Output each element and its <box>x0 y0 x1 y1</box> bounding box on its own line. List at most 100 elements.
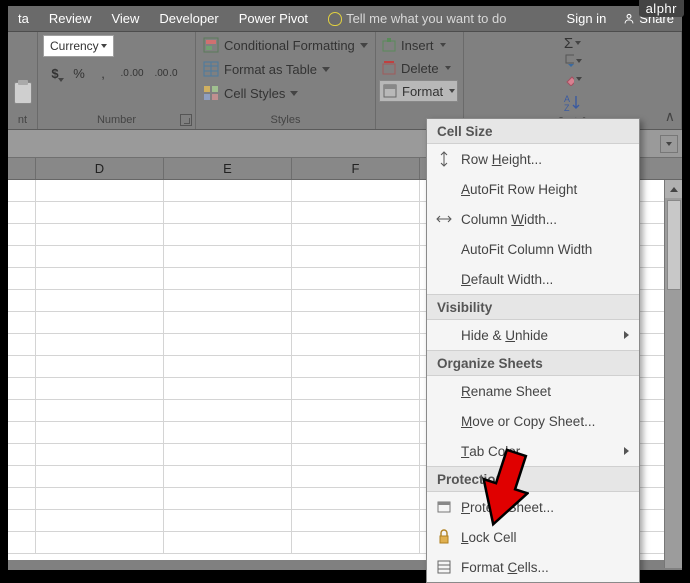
submenu-arrow-icon <box>624 331 629 339</box>
col-header-partial[interactable] <box>8 158 36 179</box>
percent-format-button[interactable]: % <box>67 61 91 85</box>
tab-developer[interactable]: Developer <box>149 6 228 31</box>
tell-me-search[interactable]: Tell me what you want to do <box>318 6 558 31</box>
lock-icon <box>435 528 453 546</box>
submenu-arrow-icon <box>624 447 629 455</box>
group-editing: Σ AZ Sort & Filter Find & Select ∧ <box>464 32 682 129</box>
menu-section-visibility: Visibility <box>427 294 639 320</box>
format-icon <box>382 83 398 99</box>
lightbulb-icon <box>328 12 342 26</box>
insert-icon <box>381 37 397 53</box>
chevron-up-icon <box>670 187 678 192</box>
row-height-icon <box>435 150 453 168</box>
menu-autofit-column-width[interactable]: AutoFit Column Width <box>427 234 639 264</box>
fill-button[interactable] <box>564 53 582 69</box>
scroll-up-button[interactable] <box>665 180 682 198</box>
collapse-ribbon-button[interactable]: ∧ <box>665 108 675 125</box>
paste-button[interactable] <box>12 34 33 104</box>
vertical-scrollbar[interactable] <box>664 180 682 568</box>
chevron-down-icon <box>576 77 582 81</box>
tab-data-partial[interactable]: ta <box>8 6 39 31</box>
insert-label: Insert <box>401 38 434 53</box>
chevron-down-icon <box>440 43 446 47</box>
insert-cells-button[interactable]: Insert <box>379 34 448 56</box>
format-cells-icon <box>435 558 453 576</box>
format-dropdown-menu: Cell Size Row Height... AutoFit Row Heig… <box>426 118 640 583</box>
menu-afr-accel: A <box>461 182 470 197</box>
menu-section-cell-size: Cell Size <box>427 119 639 144</box>
number-format-select[interactable]: Currency <box>43 35 114 57</box>
col-header-e[interactable]: E <box>164 158 292 179</box>
chevron-down-icon <box>445 66 451 70</box>
group-number: Currency $ % , .0 .00 .00 .0 Number <box>38 32 196 129</box>
group-styles: Conditional Formatting Format as Table C… <box>196 32 376 129</box>
conditional-formatting-button[interactable]: Conditional Formatting <box>200 34 371 56</box>
number-format-value: Currency <box>50 39 99 53</box>
clipboard-icon <box>14 82 32 104</box>
group-number-label: Number <box>38 112 195 129</box>
svg-text:Z: Z <box>564 103 570 113</box>
number-dialog-launcher[interactable] <box>180 114 192 126</box>
menu-hide-accel: U <box>505 328 515 343</box>
autosum-button[interactable]: Σ <box>564 35 582 51</box>
menu-tabc-accel: T <box>461 444 469 459</box>
sign-in-button[interactable]: Sign in <box>559 6 615 31</box>
group-clipboard: nt <box>8 32 38 129</box>
protect-sheet-icon <box>435 498 453 516</box>
delete-icon <box>381 60 397 76</box>
scrollbar-thumb[interactable] <box>667 200 681 290</box>
comma-format-button[interactable]: , <box>91 61 115 85</box>
chevron-down-icon <box>449 89 455 93</box>
accounting-format-button[interactable]: $ <box>43 61 67 85</box>
col-header-f[interactable]: F <box>292 158 420 179</box>
menu-defw-accel: D <box>461 272 471 287</box>
chevron-down-icon <box>576 59 582 63</box>
menu-section-organize: Organize Sheets <box>427 350 639 376</box>
menu-protect-accel: P <box>461 500 470 515</box>
menu-fcells-accel: C <box>508 560 518 575</box>
alphr-badge: alphr <box>639 0 684 17</box>
chevron-down-icon <box>290 91 298 96</box>
tab-view[interactable]: View <box>101 6 149 31</box>
tell-me-placeholder: Tell me what you want to do <box>346 11 506 26</box>
menu-move-accel: M <box>461 414 472 429</box>
menu-colw-accel: W <box>511 212 524 227</box>
cell-styles-label: Cell Styles <box>224 86 285 101</box>
group-cells: Insert Delete Format <box>376 32 464 129</box>
format-cells-button[interactable]: Format <box>379 80 458 102</box>
format-as-table-button[interactable]: Format as Table <box>200 58 333 80</box>
menu-lock-cell[interactable]: Lock Cell <box>427 522 639 552</box>
column-width-icon <box>435 210 453 228</box>
conditional-formatting-icon <box>203 37 219 53</box>
share-icon <box>622 12 636 26</box>
menu-default-width[interactable]: Default Width... <box>427 264 639 294</box>
tab-review[interactable]: Review <box>39 6 102 31</box>
menu-autofit-row-height[interactable]: AutoFit Row Height <box>427 174 639 204</box>
delete-cells-button[interactable]: Delete <box>379 57 453 79</box>
cell-styles-icon <box>203 85 219 101</box>
tab-power-pivot[interactable]: Power Pivot <box>229 6 318 31</box>
menu-hide-unhide[interactable]: Hide & Unhide <box>427 320 639 350</box>
ribbon: nt Currency $ % , .0 .00 .00 .0 Numb <box>8 32 682 130</box>
excel-window: ta Review View Developer Power Pivot Tel… <box>8 6 682 570</box>
group-clipboard-label: nt <box>8 112 37 129</box>
chevron-down-icon <box>575 41 581 45</box>
col-header-d[interactable]: D <box>36 158 164 179</box>
cell-styles-button[interactable]: Cell Styles <box>200 82 301 104</box>
menu-row-height-accel: H <box>492 152 502 167</box>
menu-protect-sheet[interactable]: Protect Sheet... <box>427 492 639 522</box>
menu-section-protection: Protection <box>427 466 639 492</box>
increase-decimal-button[interactable]: .0 .00 <box>115 61 149 85</box>
clear-button[interactable] <box>564 71 582 87</box>
delete-label: Delete <box>401 61 439 76</box>
menu-move-copy-sheet[interactable]: Move or Copy Sheet... <box>427 406 639 436</box>
group-styles-label: Styles <box>196 112 375 129</box>
menu-column-width[interactable]: Column Width... <box>427 204 639 234</box>
menu-tab-color[interactable]: Tab Color <box>427 436 639 466</box>
format-as-table-label: Format as Table <box>224 62 317 77</box>
chevron-down-icon <box>360 43 368 48</box>
conditional-formatting-label: Conditional Formatting <box>224 38 355 53</box>
menu-rename-sheet[interactable]: Rename Sheet <box>427 376 639 406</box>
menu-row-height[interactable]: Row Height... <box>427 144 639 174</box>
decrease-decimal-button[interactable]: .00 .0 <box>149 61 183 85</box>
